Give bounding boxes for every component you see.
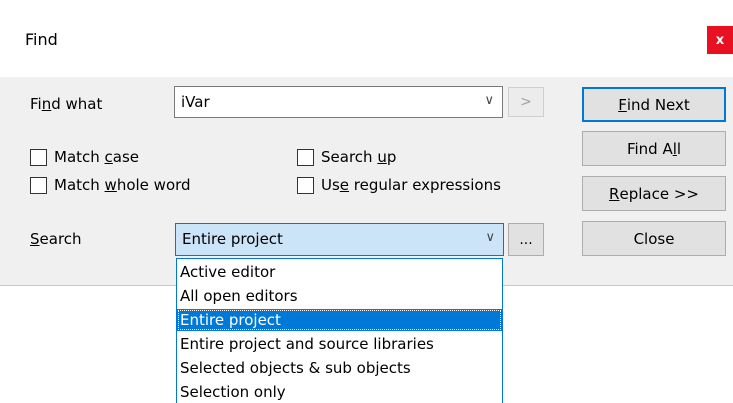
match-case-checkbox[interactable] (30, 149, 47, 166)
search-scope-label: Search (30, 230, 82, 248)
replace-button[interactable]: Replace >> (582, 176, 726, 211)
chevron-down-icon[interactable]: ∨ (485, 230, 495, 245)
dropdown-option[interactable]: Active editor (177, 261, 502, 283)
dropdown-option-selected[interactable]: Entire project (177, 309, 502, 331)
find-what-combo[interactable]: iVar ∨ (174, 86, 503, 118)
find-what-value: iVar (181, 93, 210, 111)
search-scope-value: Entire project (182, 230, 283, 248)
find-dialog: Find x Find what iVar ∨ > Match case Mat… (0, 0, 733, 286)
find-all-button[interactable]: Find All (582, 131, 726, 166)
dialog-title: Find (25, 30, 58, 49)
chevron-down-icon[interactable]: ∨ (484, 93, 494, 108)
match-whole-word-checkbox[interactable] (30, 177, 47, 194)
close-button[interactable]: Close (582, 221, 726, 256)
search-scope-select[interactable]: Entire project ∨ (175, 223, 504, 256)
find-what-next-button[interactable]: > (508, 87, 544, 117)
close-icon[interactable]: x (707, 26, 733, 54)
use-regex-checkbox[interactable] (297, 177, 314, 194)
dropdown-option[interactable]: Selection only (177, 381, 502, 403)
match-whole-word-label[interactable]: Match whole word (54, 176, 191, 194)
find-next-button[interactable]: Find Next (582, 87, 726, 122)
dropdown-option[interactable]: Selected objects & sub objects (177, 357, 502, 379)
match-case-label[interactable]: Match case (54, 148, 139, 166)
dropdown-option[interactable]: Entire project and source libraries (177, 333, 502, 355)
search-up-label[interactable]: Search up (321, 148, 396, 166)
browse-scope-button[interactable]: ... (508, 223, 544, 256)
use-regex-label[interactable]: Use regular expressions (321, 176, 501, 194)
find-what-label: Find what (30, 95, 103, 113)
search-up-checkbox[interactable] (297, 149, 314, 166)
search-scope-dropdown: Active editor All open editors Entire pr… (176, 258, 503, 403)
title-bar: Find x (0, 0, 733, 77)
dropdown-option[interactable]: All open editors (177, 285, 502, 307)
